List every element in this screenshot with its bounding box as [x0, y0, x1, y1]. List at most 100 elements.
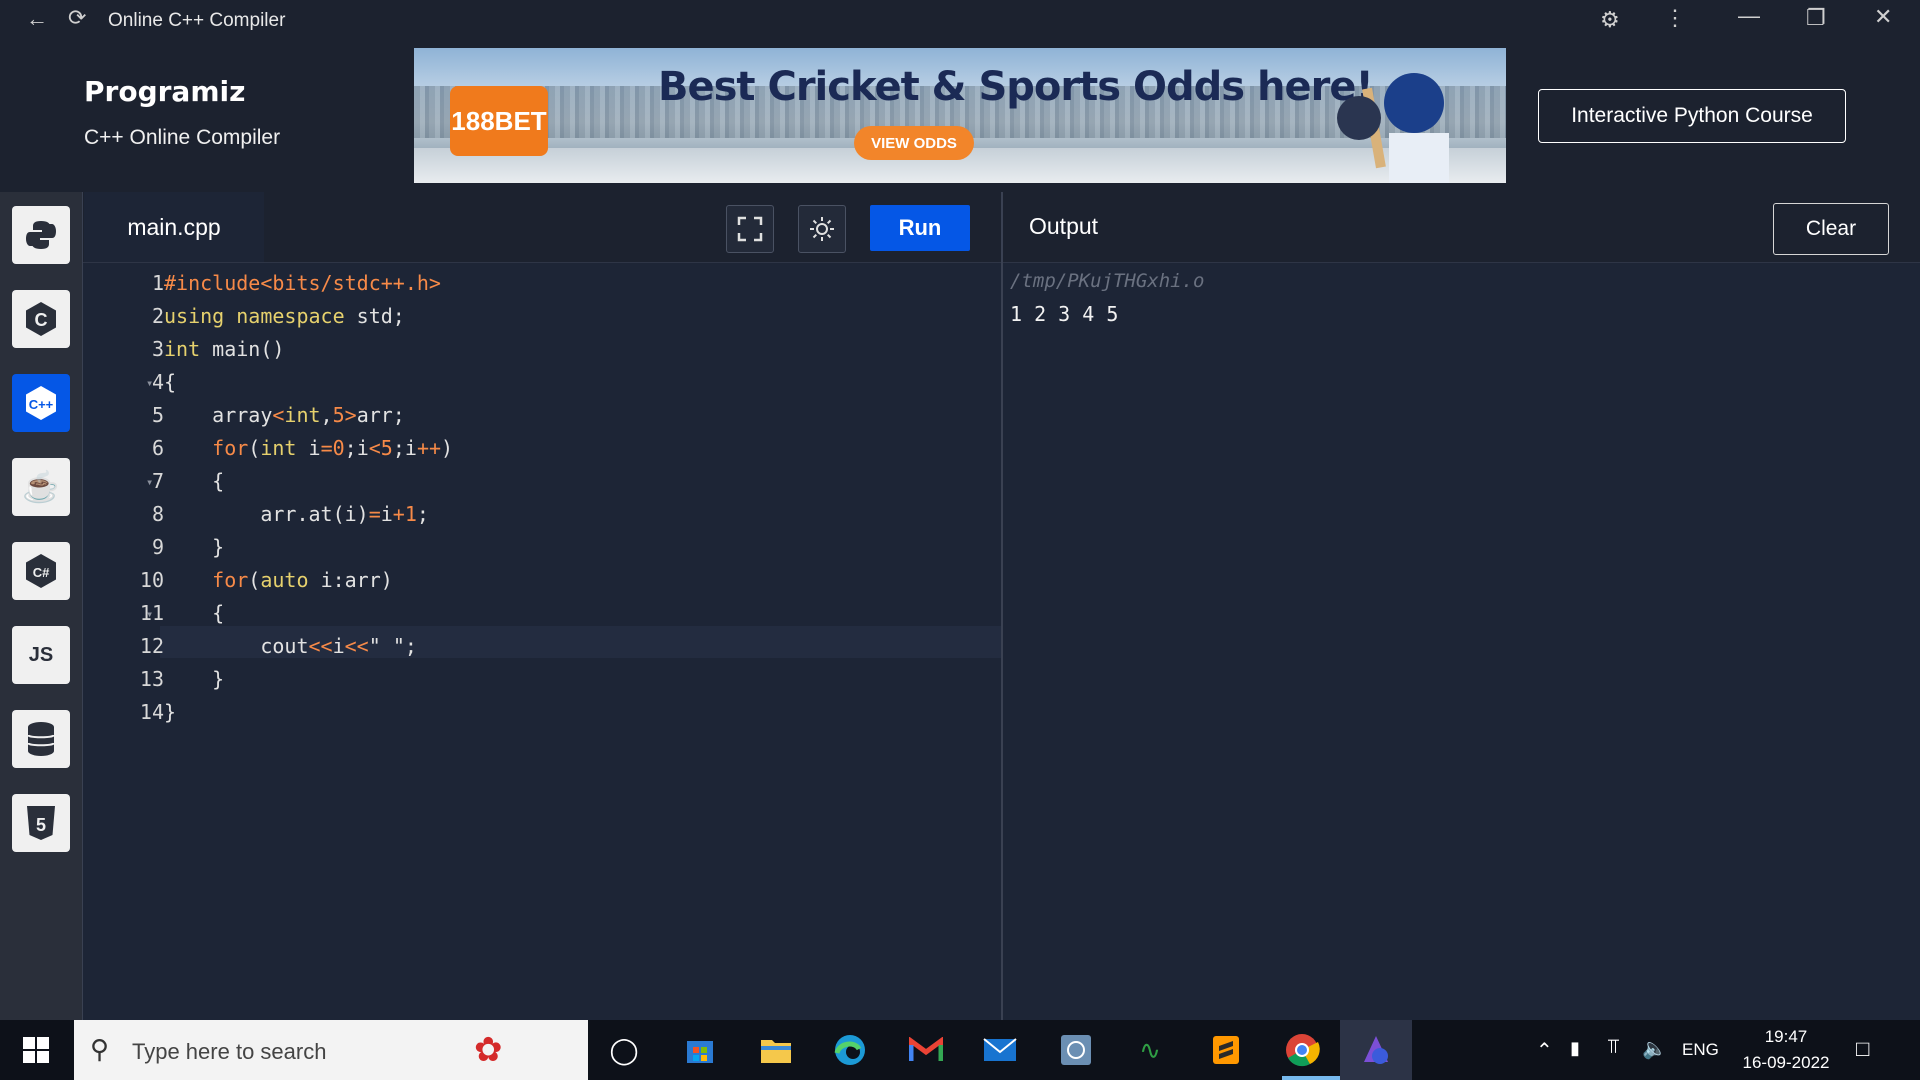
sublime-text-icon[interactable] — [1206, 1030, 1246, 1070]
taskbar-search-placeholder: Type here to search — [132, 1039, 327, 1064]
fold-arrow-icon[interactable]: ▾ — [146, 376, 153, 390]
code-token: <bits/stdc++.h> — [260, 271, 441, 295]
sidebar-item-javascript[interactable]: JS — [12, 626, 70, 684]
windows-start-icon[interactable] — [16, 1030, 56, 1070]
gmail-icon[interactable] — [906, 1030, 946, 1070]
code-token: array — [164, 403, 273, 427]
code-line[interactable]: } — [164, 667, 224, 691]
run-button[interactable]: Run — [870, 205, 970, 251]
more-menu-icon[interactable]: ⋮ — [1664, 5, 1686, 31]
wifi-icon[interactable]: ⫪ — [1608, 1036, 1619, 1059]
cpp-language-icon: C++ — [26, 386, 56, 420]
theme-toggle-button[interactable] — [798, 205, 846, 253]
app-icon[interactable] — [1056, 1030, 1096, 1070]
line-number: 13 — [139, 667, 164, 691]
taskbar-clock[interactable]: 19:47 16-09-2022 — [1736, 1024, 1836, 1076]
volume-icon[interactable]: 🔈 — [1642, 1036, 1667, 1061]
geeksforgeeks-icon[interactable]: ∿ — [1130, 1030, 1170, 1070]
programiz-logo[interactable]: Programiz — [84, 75, 245, 108]
ad-view-odds-button[interactable]: VIEW ODDS — [854, 126, 974, 160]
notification-icon[interactable]: □ — [1856, 1036, 1869, 1062]
sidebar-item-label: 5 — [36, 815, 46, 835]
code-token: " "; — [368, 634, 417, 658]
line-number: 8 — [151, 502, 164, 526]
code-token: ( — [248, 436, 261, 460]
line-number: 2 — [151, 304, 164, 328]
code-line[interactable]: arr.at(i)=i+1; — [164, 502, 429, 526]
tray-chevron-up-icon[interactable]: ⌃ — [1536, 1038, 1553, 1063]
battery-icon[interactable]: ▮ — [1570, 1038, 1580, 1059]
extensions-icon[interactable]: ⚙ — [1600, 7, 1620, 33]
interactive-python-course-button[interactable]: Interactive Python Course — [1538, 89, 1846, 143]
sidebar-item-python[interactable] — [12, 206, 70, 264]
line-number: 10 — [139, 568, 164, 592]
fold-arrow-icon[interactable]: ▾ — [146, 607, 153, 621]
clock-date: 16-09-2022 — [1742, 1053, 1830, 1072]
file-explorer-icon[interactable] — [756, 1030, 796, 1070]
sidebar-item-sql[interactable] — [12, 710, 70, 768]
code-token: } — [164, 667, 225, 691]
code-line[interactable]: #include<bits/stdc++.h> — [164, 271, 441, 295]
clear-button[interactable]: Clear — [1773, 203, 1889, 255]
taskbar-search-box[interactable]: ⚲ Type here to search ✿ — [74, 1020, 588, 1080]
csharp-language-icon: C# — [26, 554, 56, 588]
output-binary-path: /tmp/PKujTHGxhi.o — [1010, 270, 1205, 292]
compiler-subtitle: C++ Online Compiler — [84, 126, 281, 149]
code-token: < — [368, 436, 381, 460]
code-token: << — [344, 634, 369, 658]
code-token: { — [164, 469, 225, 493]
code-line[interactable]: } — [164, 535, 224, 559]
html5-icon: 5 — [27, 806, 55, 840]
tab-main-cpp[interactable]: main.cpp — [84, 192, 264, 262]
back-arrow-icon[interactable]: ← — [26, 6, 48, 32]
sidebar-item-cpp[interactable]: C++ — [12, 374, 70, 432]
chrome-icon[interactable] — [1282, 1030, 1322, 1070]
code-line[interactable]: { — [164, 601, 224, 625]
code-line[interactable]: using namespace std; — [164, 304, 405, 328]
code-token: < — [272, 403, 285, 427]
code-token: int — [260, 436, 309, 460]
code-line[interactable]: int main() — [164, 337, 284, 361]
mail-icon[interactable] — [980, 1030, 1020, 1070]
code-token: ;i — [392, 436, 417, 460]
code-token: { — [164, 370, 177, 394]
code-token: 1 — [404, 502, 417, 526]
code-token: , — [320, 403, 333, 427]
code-line[interactable]: for(int i=0;i<5;i++) — [164, 436, 453, 460]
code-line[interactable]: array<int,5>arr; — [164, 403, 405, 427]
sidebar-item-c[interactable]: C — [12, 290, 70, 348]
code-editor[interactable]: 1 2 3 4 5 6 7 8 9 10 11 12 13 14 ▾ ▾ ▾ #… — [84, 263, 1002, 1020]
restore-icon[interactable]: ❐ — [1806, 5, 1826, 31]
fold-arrow-icon[interactable]: ▾ — [146, 475, 153, 489]
code-line[interactable]: } — [164, 700, 176, 724]
fullscreen-button[interactable] — [726, 205, 774, 253]
code-token: i:arr) — [320, 568, 393, 592]
code-line[interactable]: { — [164, 469, 224, 493]
code-line[interactable]: cout<<i<<" "; — [164, 634, 417, 658]
fullscreen-icon — [737, 216, 763, 242]
reload-icon[interactable]: ⟳ — [68, 5, 86, 31]
line-number: 3 — [151, 337, 164, 361]
ad-cricket-player-image — [1337, 73, 1449, 183]
code-token: ; — [416, 502, 429, 526]
close-icon[interactable]: ✕ — [1874, 4, 1892, 30]
line-number: 1 — [151, 271, 164, 295]
sidebar-item-html[interactable]: 5 — [12, 794, 70, 852]
ad-banner[interactable]: 188BET Best Cricket & Sports Odds here! … — [414, 48, 1506, 183]
input-language[interactable]: ENG — [1682, 1040, 1719, 1060]
code-line[interactable]: { — [164, 370, 176, 394]
active-app-icon[interactable] — [1356, 1030, 1396, 1070]
code-line[interactable]: for(auto i:arr) — [164, 568, 393, 592]
microsoft-store-icon[interactable] — [680, 1030, 720, 1070]
code-token: #include — [164, 271, 261, 295]
code-token: << — [308, 634, 333, 658]
search-highlight-icon: ✿ — [474, 1031, 503, 1069]
cortana-icon[interactable]: ◯ — [604, 1030, 644, 1070]
edge-browser-icon[interactable] — [830, 1030, 870, 1070]
sidebar-item-csharp[interactable]: C# — [12, 542, 70, 600]
minimize-icon[interactable]: — — [1738, 3, 1760, 29]
output-title: Output — [1029, 213, 1099, 239]
clock-time: 19:47 — [1764, 1027, 1808, 1046]
sidebar-item-java[interactable]: ☕ — [12, 458, 70, 516]
code-token: ++ — [416, 436, 442, 460]
